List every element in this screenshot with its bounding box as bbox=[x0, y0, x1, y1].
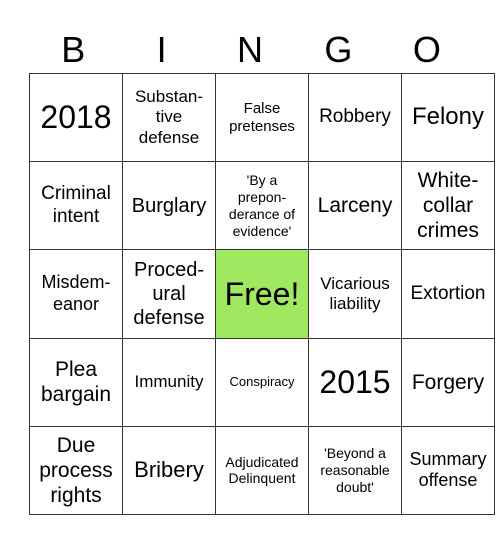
bingo-header: B I N G O bbox=[29, 28, 471, 72]
free-space-cell[interactable]: Free! bbox=[215, 249, 309, 339]
header-letter-n: N bbox=[237, 29, 264, 70]
header-letter-o: O bbox=[412, 29, 441, 70]
bingo-cell[interactable]: White- collar crimes bbox=[401, 161, 495, 251]
header-letter-i: I bbox=[156, 29, 167, 70]
bingo-cell[interactable]: Summary offense bbox=[401, 425, 495, 516]
bingo-row: Criminal intent Burglary 'By a prepon- der… bbox=[29, 161, 495, 251]
bingo-grid: 2018 Substan- tive defense False pretenses… bbox=[29, 72, 495, 516]
header-letter-b: B bbox=[61, 29, 86, 70]
bingo-cell[interactable]: Substan- tive defense bbox=[122, 72, 216, 163]
bingo-cell[interactable]: Extortion bbox=[401, 249, 495, 339]
bingo-cell[interactable]: Robbery bbox=[308, 72, 402, 163]
bingo-cell[interactable]: 'By a prepon- derance of evidence' bbox=[215, 161, 309, 251]
bingo-cell[interactable]: Criminal intent bbox=[29, 161, 123, 251]
bingo-cell[interactable]: Proced- ural defense bbox=[122, 249, 216, 339]
bingo-cell[interactable]: Immunity bbox=[122, 337, 216, 427]
bingo-row: Misdem- eanor Proced- ural defense Free! Vi… bbox=[29, 249, 495, 339]
bingo-cell[interactable]: Forgery bbox=[401, 337, 495, 427]
bingo-row: Due process rights Bribery Adjudicated Del… bbox=[29, 425, 495, 516]
bingo-cell[interactable]: Misdem- eanor bbox=[29, 249, 123, 339]
bingo-cell[interactable]: Felony bbox=[401, 72, 495, 163]
header-letter-g: G bbox=[324, 29, 353, 70]
bingo-cell[interactable]: False pretenses bbox=[215, 72, 309, 163]
bingo-cell[interactable]: 'Beyond a reasonable doubt' bbox=[308, 425, 402, 516]
bingo-row: 2018 Substan- tive defense False pretenses… bbox=[29, 72, 495, 163]
bingo-cell[interactable]: Vicarious liability bbox=[308, 249, 402, 339]
bingo-cell[interactable]: 2018 bbox=[29, 72, 123, 163]
bingo-cell[interactable]: Due process rights bbox=[29, 425, 123, 516]
bingo-cell[interactable]: Bribery bbox=[122, 425, 216, 516]
bingo-cell[interactable]: Larceny bbox=[308, 161, 402, 251]
bingo-cell[interactable]: Adjudicated Delinquent bbox=[215, 425, 309, 516]
bingo-row: Plea bargain Immunity Conspiracy 2015 Forger… bbox=[29, 337, 495, 427]
bingo-cell[interactable]: 2015 bbox=[308, 337, 402, 427]
bingo-cell[interactable]: Burglary bbox=[122, 161, 216, 251]
bingo-cell[interactable]: Plea bargain bbox=[29, 337, 123, 427]
bingo-cell[interactable]: Conspiracy bbox=[215, 337, 309, 427]
